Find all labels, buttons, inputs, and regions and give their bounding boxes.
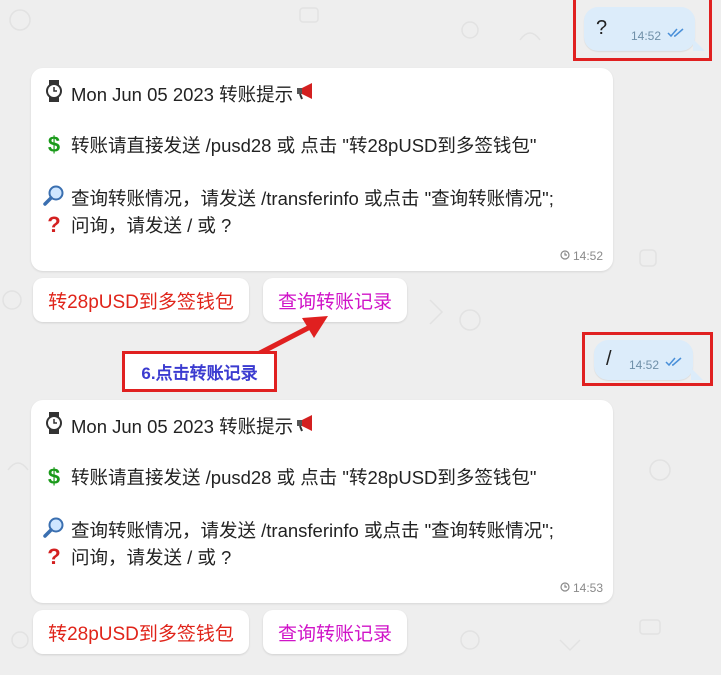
bubble-tail (691, 368, 703, 380)
clock-icon (560, 581, 570, 595)
bot-message-card-2: Mon Jun 05 2023 转账提示 $ 转账请直接发送 /pusd28 或… (31, 400, 613, 603)
message-line-transfer: 转账请直接发送 /pusd28 或 点击 "转28pUSD到多签钱包" (71, 135, 537, 156)
message-line-transfer-row: $ 转账请直接发送 /pusd28 或 点击 "转28pUSD到多签钱包" (43, 132, 537, 158)
outgoing-message-text: / (606, 348, 612, 370)
bubble-tail (693, 39, 705, 51)
message-title-line: Mon Jun 05 2023 转账提示 (43, 412, 323, 439)
megaphone-icon (295, 82, 317, 105)
message-time-row: 14:53 (560, 581, 603, 595)
watch-icon (43, 412, 65, 439)
double-check-icon (665, 354, 683, 372)
message-line-help: 问询，请发送 / 或 ? (71, 547, 232, 568)
magnifier-icon (43, 184, 65, 211)
clock-icon (560, 249, 570, 263)
message-line-query: 查询转账情况，请发送 /transferinfo 或点击 "查询转账情况"; (71, 187, 554, 209)
message-line-query-row: 查询转账情况，请发送 /transferinfo 或点击 "查询转账情况"; (43, 184, 554, 211)
message-time: 14:52 (628, 358, 659, 372)
megaphone-icon (295, 414, 317, 437)
outgoing-message-2[interactable]: / 14:52 (594, 340, 693, 380)
message-line-help-row: ? 问询，请发送 / 或 ? (43, 544, 231, 570)
double-check-icon (667, 25, 685, 43)
message-line-transfer: 转账请直接发送 /pusd28 或 点击 "转28pUSD到多签钱包" (71, 467, 537, 488)
transfer-to-multisig-button[interactable]: 转28pUSD到多签钱包 (33, 278, 249, 322)
message-line-transfer-row: $ 转账请直接发送 /pusd28 或 点击 "转28pUSD到多签钱包" (43, 464, 537, 490)
message-title-line: Mon Jun 05 2023 转账提示 (43, 80, 323, 107)
bot-message-card-1: Mon Jun 05 2023 转账提示 $ 转账请直接发送 /pusd28 或… (31, 68, 613, 271)
question-mark-icon: ? (47, 212, 61, 237)
watch-icon (43, 80, 65, 107)
outgoing-message-text: ? (596, 17, 608, 39)
outgoing-message-1[interactable]: ? 14:52 (584, 7, 695, 51)
question-mark-icon: ? (47, 544, 61, 569)
message-time: 14:52 (630, 29, 661, 43)
magnifier-icon (43, 516, 65, 543)
message-title: Mon Jun 05 2023 转账提示 (71, 83, 294, 105)
dollar-icon: $ (47, 132, 61, 157)
message-line-query: 查询转账情况，请发送 /transferinfo 或点击 "查询转账情况"; (71, 519, 554, 541)
message-time: 14:53 (572, 581, 603, 595)
transfer-to-multisig-button[interactable]: 转28pUSD到多签钱包 (33, 610, 249, 654)
annotation-label: 6.点击转账记录 (122, 351, 277, 392)
message-line-query-row: 查询转账情况，请发送 /transferinfo 或点击 "查询转账情况"; (43, 516, 554, 543)
message-title: Mon Jun 05 2023 转账提示 (71, 415, 294, 437)
dollar-icon: $ (47, 464, 61, 489)
message-line-help: 问询，请发送 / 或 ? (71, 215, 232, 236)
message-time: 14:52 (572, 249, 603, 263)
message-time-row: 14:52 (560, 249, 603, 263)
message-line-help-row: ? 问询，请发送 / 或 ? (43, 212, 231, 238)
transfer-records-button[interactable]: 查询转账记录 (263, 610, 407, 654)
